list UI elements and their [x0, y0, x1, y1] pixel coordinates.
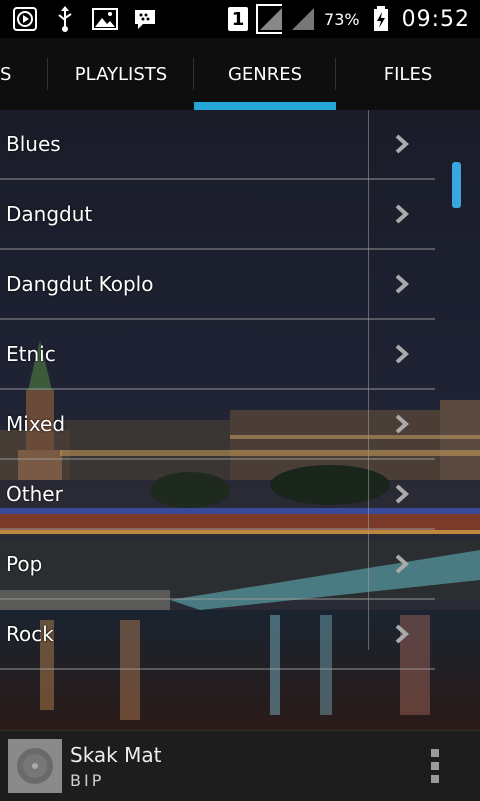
tab-genres[interactable]: GENRES: [194, 38, 336, 110]
sim-icon: 1: [228, 7, 249, 31]
tab-artists[interactable]: S: [0, 38, 48, 110]
chevron-right-icon[interactable]: [370, 530, 434, 598]
tab-playlists[interactable]: PLAYLISTS: [48, 38, 194, 110]
usb-icon: [52, 6, 78, 32]
battery-percent: 73%: [324, 9, 360, 29]
list-item-dangdut[interactable]: Dangdut: [0, 180, 435, 250]
tab-label: GENRES: [227, 63, 303, 85]
list-item-label: Dangdut Koplo: [6, 272, 154, 296]
dot: [431, 775, 439, 783]
signal-strength-icon: [290, 6, 316, 32]
scrollbar[interactable]: [452, 162, 461, 208]
tab-label: PLAYLISTS: [74, 63, 168, 85]
chevron-right-icon[interactable]: [370, 600, 434, 668]
chevron-right-icon[interactable]: [370, 110, 434, 178]
chevron-right-icon[interactable]: [370, 180, 434, 248]
list-item-label: Other: [6, 482, 63, 506]
tab-label: FILES: [383, 63, 433, 85]
list-item-label: Blues: [6, 132, 61, 156]
list-item-other[interactable]: Other: [0, 460, 435, 530]
image-icon: [92, 6, 118, 32]
chevron-right-icon[interactable]: [370, 250, 434, 318]
chevron-right-icon[interactable]: [370, 460, 434, 528]
album-art-icon: [8, 739, 62, 793]
tab-bar: S PLAYLISTS GENRES FILES: [0, 38, 480, 110]
status-bar: 1 73% 09:52: [0, 0, 480, 38]
list-item-mixed[interactable]: Mixed: [0, 390, 435, 460]
clock: 09:52: [401, 6, 470, 32]
tab-files[interactable]: FILES: [336, 38, 480, 110]
track-info: Skak Mat BIP: [70, 743, 161, 790]
list-item-blues[interactable]: Blues: [0, 110, 435, 180]
overflow-menu-icon[interactable]: [428, 749, 442, 783]
battery-charging-icon: [368, 6, 394, 32]
dot: [431, 762, 439, 770]
bbm-icon: [132, 6, 158, 32]
arrow-column-divider: [368, 110, 369, 650]
active-tab-indicator: [194, 102, 336, 110]
play-icon: [12, 6, 38, 32]
now-playing-bar[interactable]: Skak Mat BIP: [0, 730, 480, 801]
signal-box-icon: [256, 4, 283, 34]
list-item-etnic[interactable]: Etnic: [0, 320, 435, 390]
tab-label: S: [0, 63, 12, 85]
list-item-rock[interactable]: Rock: [0, 600, 435, 670]
track-title: Skak Mat: [70, 742, 162, 767]
chevron-right-icon[interactable]: [370, 320, 434, 388]
list-item-label: Mixed: [6, 412, 66, 436]
list-item-label: Pop: [6, 552, 43, 576]
genre-list: Blues Dangdut Dangdut Koplo Etnic Mixed …: [0, 110, 435, 670]
list-item-label: Rock: [6, 622, 54, 646]
track-artist: BIP: [70, 770, 105, 790]
chevron-right-icon[interactable]: [370, 390, 434, 458]
list-item-label: Dangdut: [6, 202, 93, 226]
dot: [431, 749, 439, 757]
list-item-dangdut-koplo[interactable]: Dangdut Koplo: [0, 250, 435, 320]
list-item-label: Etnic: [6, 342, 56, 366]
list-item-pop[interactable]: Pop: [0, 530, 435, 600]
